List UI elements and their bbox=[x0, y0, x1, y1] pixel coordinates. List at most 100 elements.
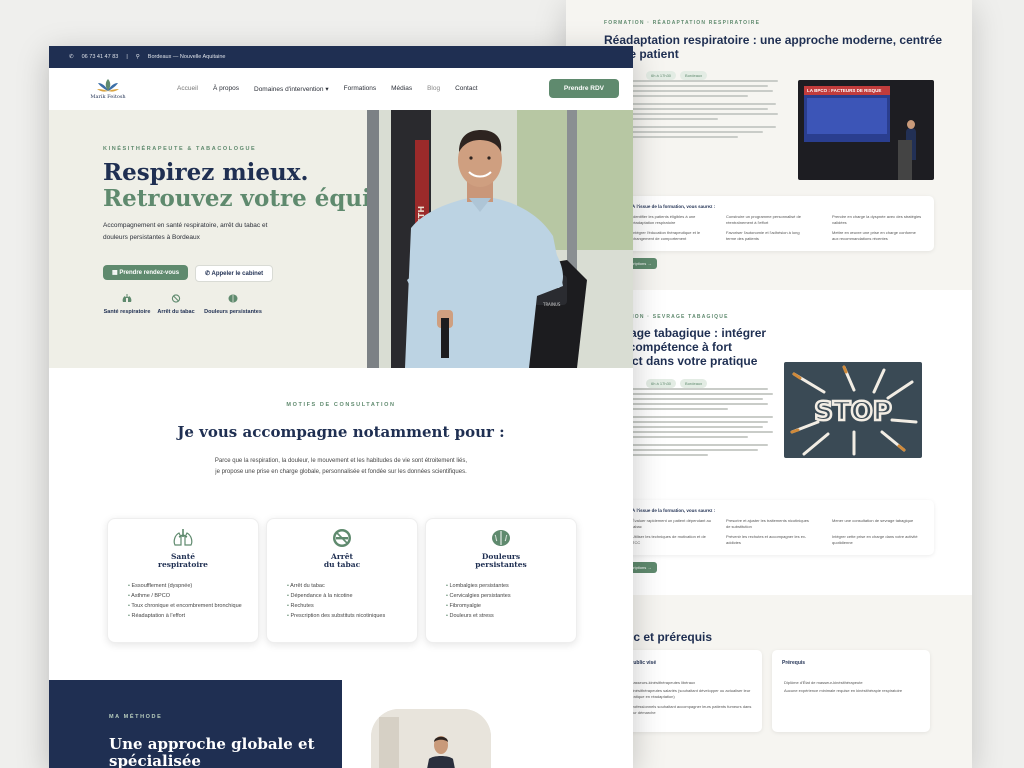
b-title-1-line1: Réadaptation respiratoire : une approche… bbox=[604, 33, 943, 47]
card-list-item: Dépendance à la nicotine bbox=[287, 591, 417, 601]
card-title-line2: respiratoire bbox=[158, 560, 208, 569]
b-tag: 6h à 17h30 bbox=[646, 379, 677, 388]
method-section: MA MÉTHODE Une approche globale et spéci… bbox=[49, 680, 342, 768]
card-title: Douleurs persistantes bbox=[426, 553, 576, 569]
hero-section: KINÉSITHÉRAPEUTE & TABACOLOGUE Respirez … bbox=[49, 110, 633, 368]
method-title: Une approche globale et spécialisée bbox=[109, 736, 315, 768]
b-title-1: Réadaptation respiratoire : une approche… bbox=[604, 33, 944, 61]
card-title: Arrêt du tabac bbox=[267, 553, 417, 569]
method-photo bbox=[371, 709, 491, 768]
cigarettes-illustration: STOP bbox=[790, 365, 918, 456]
card-list: Essoufflement (dyspnée) Asthme / BPCO To… bbox=[128, 581, 258, 621]
card-list-item: Lombalgies persistantes bbox=[446, 581, 576, 591]
b-prereq-item: Aucune expérience minimale requise en ki… bbox=[784, 688, 903, 693]
hero-description: Accompagnement en santé respiratoire, ar… bbox=[103, 220, 267, 244]
method-title-line2: spécialisée bbox=[109, 752, 201, 768]
feature-douleurs: Douleurs persistantes bbox=[201, 294, 265, 315]
card-list: Arrêt du tabac Dépendance à la nicotine … bbox=[287, 581, 417, 621]
speaker-illustration bbox=[371, 709, 491, 768]
feature-label: Santé respiratoire bbox=[103, 309, 151, 315]
card-list: Lombalgies persistantes Cervicalgies per… bbox=[446, 581, 576, 621]
card-title-line2: persistantes bbox=[475, 560, 527, 569]
b-prereq-card: Prérequis Diplôme d'État de masseur-kiné… bbox=[772, 650, 930, 732]
method-eyebrow: MA MÉTHODE bbox=[109, 714, 163, 720]
nav-formations[interactable]: Formations bbox=[344, 85, 377, 93]
b-public-item: Kinésithérapeutes salariés (souhaitant d… bbox=[630, 688, 751, 699]
card-list-item: Essoufflement (dyspnée) bbox=[128, 581, 258, 591]
machine-brand-text: TRAINUS bbox=[542, 302, 561, 307]
motifs-desc-line2: je propose une prise en charge globale, … bbox=[215, 469, 467, 475]
lungs-icon bbox=[173, 529, 193, 546]
prendre-rdv-button[interactable]: Prendre RDV bbox=[548, 79, 619, 98]
card-list-item: Cervicalgies persistantes bbox=[446, 591, 576, 601]
hero-eyebrow: KINÉSITHÉRAPEUTE & TABACOLOGUE bbox=[103, 146, 257, 152]
motif-card-tabac[interactable]: Arrêtdu tabac Arrêt du tabac Dépendance … bbox=[266, 518, 418, 643]
brain-icon bbox=[228, 294, 238, 303]
top-info-bar: ✆ 06 73 41 47 83 | ⚲ Bordeaux — Nouvelle… bbox=[49, 46, 633, 68]
nav-a-propos[interactable]: À propos bbox=[213, 85, 239, 93]
nav-domaines[interactable]: Domaines d'intervention ▾ bbox=[254, 85, 329, 93]
main-nav: Marik Feitosh Accueil À propos Domaines … bbox=[49, 68, 633, 110]
nav-blog[interactable]: Blog bbox=[427, 85, 440, 93]
b-stop-photo: STOP bbox=[784, 362, 922, 458]
b-title-1-line2: sur le patient bbox=[604, 47, 679, 61]
hero-desc-line1: Accompagnement en santé respiratoire, ar… bbox=[103, 222, 268, 229]
site-logo[interactable]: Marik Feitosh bbox=[89, 78, 127, 100]
lotus-logo-icon bbox=[97, 79, 119, 92]
b-objective: Utiliser les techniques de motivation et… bbox=[632, 534, 706, 545]
stop-text: STOP bbox=[814, 397, 892, 427]
card-list-item: Rechutes bbox=[287, 601, 417, 611]
b-public-title: Public visé bbox=[630, 660, 657, 666]
calendar-icon: ▦ bbox=[112, 270, 118, 276]
b-objective: Intégrer cette prise en charge dans votr… bbox=[832, 534, 918, 545]
b-paragraph-2 bbox=[628, 388, 778, 459]
feature-label: Arrêt du tabac bbox=[157, 309, 195, 315]
card-list-item: Réadaptation à l'effort bbox=[128, 611, 258, 621]
b-prereq-item: Diplôme d'État de masseur-kinésithérapeu… bbox=[784, 680, 863, 685]
b-objective: Mettre en œuvre une prise en charge conf… bbox=[832, 230, 916, 241]
btn-primary-label: Prendre rendez-vous bbox=[119, 270, 180, 276]
nav-accueil[interactable]: Accueil bbox=[177, 85, 198, 93]
b-tag: 6h à 17h30 bbox=[646, 71, 677, 80]
motifs-desc-line1: Parce que la respiration, la douleur, le… bbox=[214, 458, 468, 464]
b-objective: Intégrer l'éducation thérapeutique et le… bbox=[632, 230, 701, 241]
b-objective: Prévenir les rechutes et accompagner les… bbox=[726, 534, 807, 545]
logo-name: Marik Feitosh bbox=[90, 94, 126, 100]
portrait-illustration: STRENGTH TRAINUS bbox=[367, 110, 633, 368]
b-slide: LA BPCO : FACTEURS DE RISQUE bbox=[804, 86, 890, 142]
card-list-item: Douleurs et stress bbox=[446, 611, 576, 621]
motif-card-respiratoire[interactable]: Santérespiratoire Essoufflement (dyspnée… bbox=[107, 518, 259, 643]
chevron-down-icon: ▾ bbox=[325, 86, 329, 93]
b-objective: Prendre en charge la dyspnée avec des st… bbox=[832, 214, 922, 225]
lungs-icon bbox=[122, 294, 132, 302]
b-slide-title: LA BPCO : FACTEURS DE RISQUE bbox=[804, 86, 890, 95]
b-public-item: Professionnels souhaitant accompagner le… bbox=[630, 704, 752, 715]
topbar-phone[interactable]: 06 73 41 47 83 bbox=[82, 54, 119, 60]
card-list-item: Arrêt du tabac bbox=[287, 581, 417, 591]
hero-portrait-photo: STRENGTH TRAINUS bbox=[367, 110, 633, 368]
nav-medias[interactable]: Médias bbox=[391, 85, 412, 93]
nav-links: Accueil À propos Domaines d'intervention… bbox=[177, 85, 478, 93]
hero-desc-line2: douleurs persistantes à Bordeaux bbox=[103, 234, 200, 241]
brain-icon bbox=[492, 530, 510, 546]
b-tag: Bordeaux bbox=[680, 379, 708, 388]
card-list-item: Asthme / BPCO bbox=[128, 591, 258, 601]
feature-arret-tabac: Arrêt du tabac bbox=[155, 294, 197, 315]
prendre-rendez-vous-button[interactable]: ▦ Prendre rendez-vous bbox=[103, 265, 189, 280]
b-conference-photo: LA BPCO : FACTEURS DE RISQUE bbox=[798, 80, 934, 180]
motifs-title: Je vous accompagne notamment pour : bbox=[177, 423, 505, 441]
b-objectives-card-1: À l'issue de la formation, vous saurez :… bbox=[620, 196, 934, 251]
b-objectives-card-2: À l'issue de la formation, vous saurez :… bbox=[620, 500, 934, 555]
motif-card-douleurs[interactable]: Douleurspersistantes Lombalgies persista… bbox=[425, 518, 577, 643]
b-objective: Prescrire et ajuster les traitements nic… bbox=[726, 518, 809, 529]
appeler-cabinet-button[interactable]: ✆ Appeler le cabinet bbox=[195, 265, 274, 282]
b-public-card: Public visé Masseurs-kinésithérapeutes l… bbox=[620, 650, 762, 732]
phone-icon: ✆ bbox=[205, 271, 211, 277]
b-tag: Bordeaux bbox=[680, 71, 708, 80]
card-list-item: Fibromyalgie bbox=[446, 601, 576, 611]
b-objectives-title: À l'issue de la formation, vous saurez : bbox=[632, 204, 716, 209]
nav-contact[interactable]: Contact bbox=[455, 85, 477, 93]
motifs-description: Parce que la respiration, la douleur, le… bbox=[49, 456, 633, 478]
feature-sante-respiratoire: Santé respiratoire bbox=[103, 294, 151, 315]
b-objectives-title: À l'issue de la formation, vous saurez : bbox=[632, 508, 716, 513]
